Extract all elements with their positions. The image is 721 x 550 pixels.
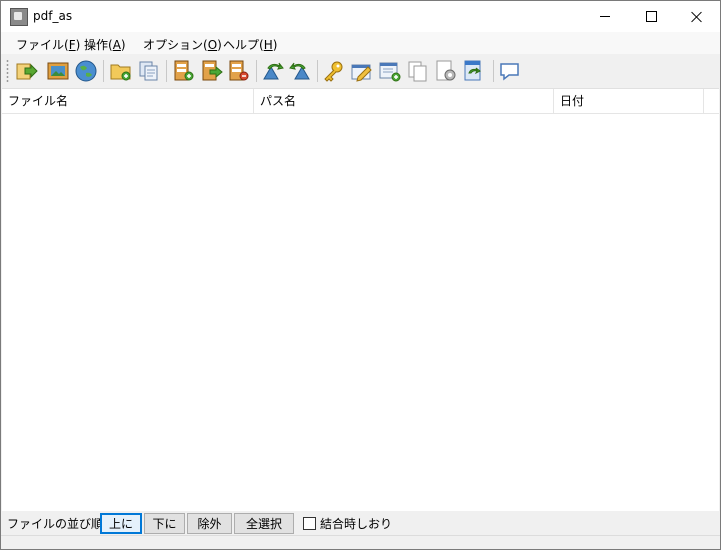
remove-file-icon[interactable] xyxy=(227,59,251,83)
window-add-icon[interactable] xyxy=(378,59,402,83)
bookmark-on-merge-checkbox[interactable] xyxy=(303,517,316,530)
main-window: pdf_as ファイル(F) 操作(A) オプション(O) ヘルプ(H) ファイ… xyxy=(0,0,721,550)
toolbar-separator xyxy=(256,60,257,82)
image-icon[interactable] xyxy=(46,59,70,83)
move-down-button[interactable]: 下に xyxy=(144,513,185,534)
minimize-button[interactable] xyxy=(582,1,628,32)
window-title: pdf_as xyxy=(33,9,73,23)
move-up-button[interactable]: 上に xyxy=(100,513,142,534)
menu-help[interactable]: ヘルプ(H) xyxy=(223,36,277,53)
copy-pages-icon[interactable] xyxy=(137,59,161,83)
refresh-icon[interactable] xyxy=(462,59,486,83)
rotate-right-icon[interactable] xyxy=(288,59,312,83)
toolbar xyxy=(1,54,720,88)
menu-help-accesskey: H xyxy=(263,38,273,52)
maximize-icon xyxy=(645,11,657,22)
bottom-controls: ファイルの並び順: 上に 下に 除外 全選択 結合時しおり xyxy=(1,511,720,535)
rotate-left-icon[interactable] xyxy=(261,59,285,83)
menu-file-accesskey: F xyxy=(68,38,76,52)
toolbar-separator xyxy=(493,60,494,82)
folder-add-icon[interactable] xyxy=(109,59,133,83)
close-icon xyxy=(691,11,703,23)
close-button[interactable] xyxy=(674,1,720,32)
open-file-icon[interactable] xyxy=(14,59,38,83)
maximize-button[interactable] xyxy=(628,1,674,32)
toolbar-separator xyxy=(166,60,167,82)
list-header: ファイル名 パス名 日付 xyxy=(2,89,719,114)
globe-icon[interactable] xyxy=(74,59,98,83)
menu-options-label: オプション( xyxy=(143,38,208,52)
toolbar-separator xyxy=(103,60,104,82)
bookmark-on-merge-label[interactable]: 結合時しおり xyxy=(320,515,392,532)
export-file-icon[interactable] xyxy=(200,59,224,83)
title-bar: pdf_as xyxy=(1,1,720,32)
blank-page-icon[interactable] xyxy=(406,59,430,83)
toolbar-grip[interactable] xyxy=(6,59,9,83)
select-all-button[interactable]: 全選択 xyxy=(234,513,294,534)
status-bar xyxy=(1,535,720,549)
menu-options-suffix: ) xyxy=(217,38,222,52)
menu-operation-accesskey: A xyxy=(112,38,121,52)
app-icon xyxy=(10,8,28,26)
menu-operation[interactable]: 操作(A) xyxy=(84,36,126,53)
menu-file[interactable]: ファイル(F) xyxy=(16,36,80,53)
key-icon[interactable] xyxy=(322,59,346,83)
toolbar-separator xyxy=(317,60,318,82)
menu-bar: ファイル(F) 操作(A) オプション(O) ヘルプ(H) xyxy=(1,32,720,54)
minimize-icon xyxy=(600,16,610,17)
edit-icon[interactable] xyxy=(350,59,374,83)
comment-icon[interactable] xyxy=(498,59,522,83)
add-file-icon[interactable] xyxy=(172,59,196,83)
menu-options-accesskey: O xyxy=(207,38,218,52)
menu-file-label: ファイル( xyxy=(16,38,69,52)
file-list[interactable]: ファイル名 パス名 日付 xyxy=(2,88,719,512)
column-header-filename[interactable]: ファイル名 xyxy=(2,89,254,113)
column-header-path[interactable]: パス名 xyxy=(254,89,554,113)
menu-operation-suffix: ) xyxy=(120,38,126,52)
menu-options[interactable]: オプション(O) xyxy=(143,36,222,53)
remove-button[interactable]: 除外 xyxy=(187,513,232,534)
column-header-date[interactable]: 日付 xyxy=(554,89,704,113)
menu-operation-label: 操作( xyxy=(84,38,113,52)
page-settings-icon[interactable] xyxy=(434,59,458,83)
menu-help-label: ヘルプ( xyxy=(223,38,264,52)
menu-file-suffix: ) xyxy=(75,38,81,52)
file-order-label: ファイルの並び順: xyxy=(7,517,108,531)
menu-help-suffix: ) xyxy=(272,38,278,52)
